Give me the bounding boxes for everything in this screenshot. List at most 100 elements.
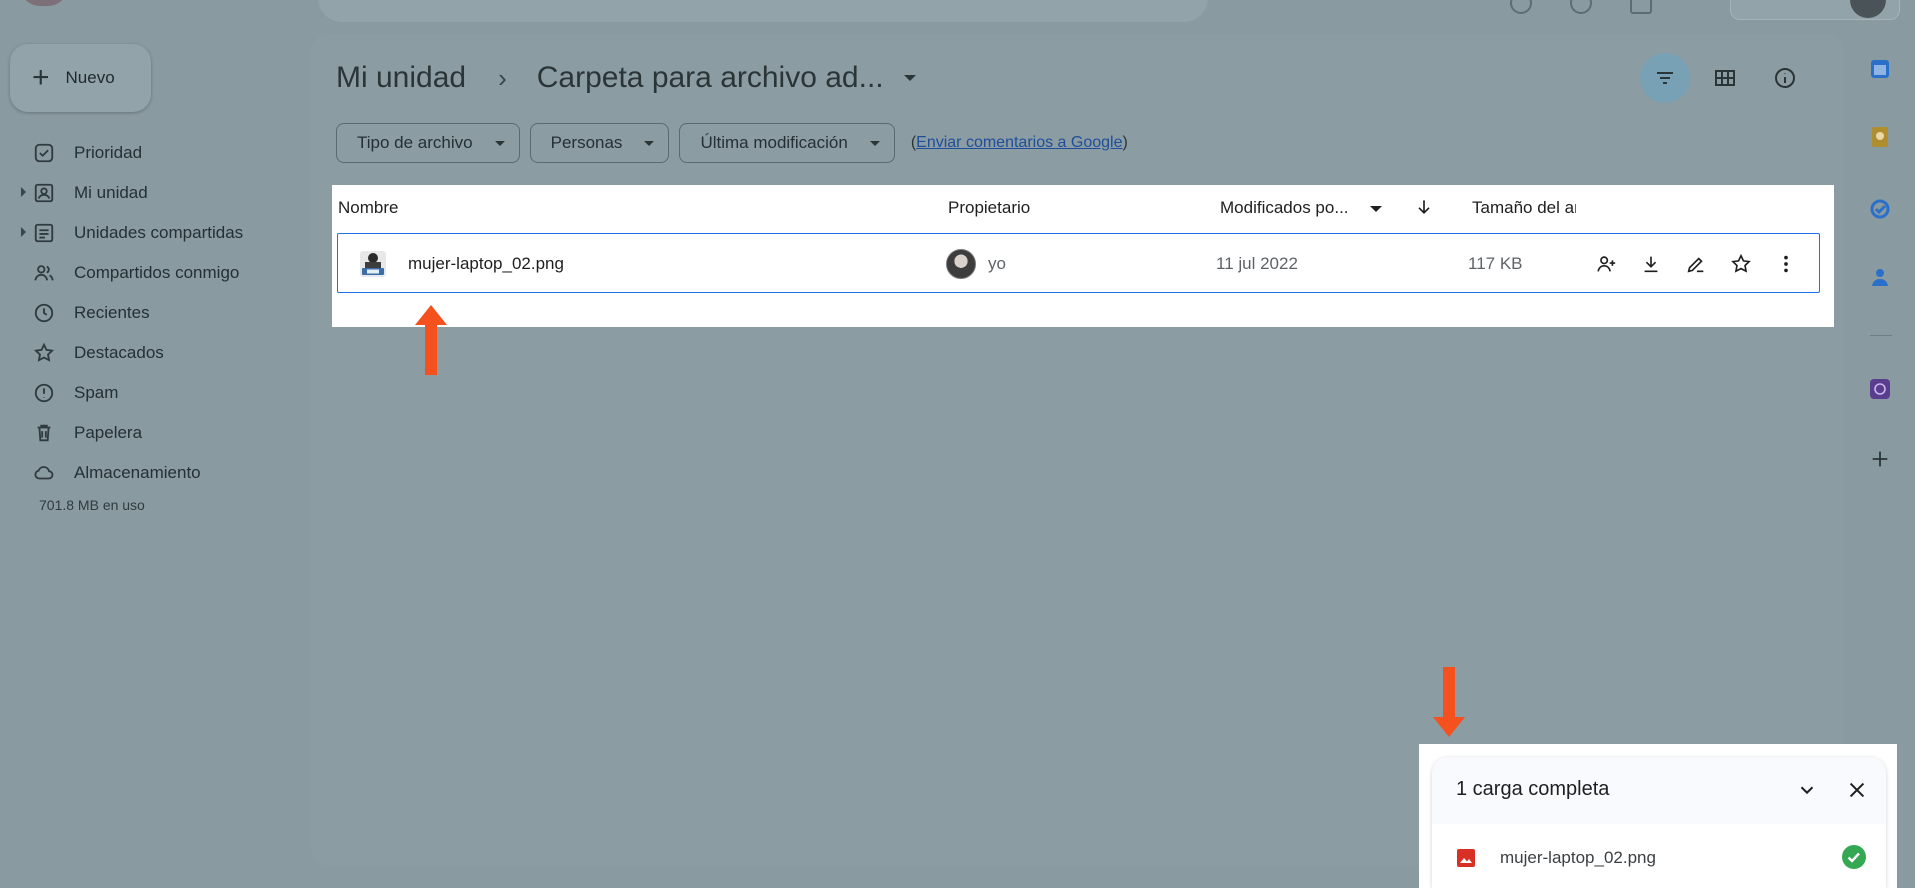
- filter-chip-file-type[interactable]: Tipo de archivo: [336, 123, 520, 163]
- file-name[interactable]: mujer-laptop_02.png: [408, 254, 564, 274]
- more-actions-button[interactable]: [1768, 246, 1804, 282]
- keep-app-button[interactable]: [1860, 117, 1900, 157]
- addon-app-button[interactable]: [1860, 369, 1900, 409]
- close-upload-button[interactable]: [1842, 775, 1872, 805]
- add-addon-button[interactable]: [1860, 439, 1900, 479]
- row-actions: [1588, 246, 1804, 282]
- modified-date: 11 jul 2022: [1216, 254, 1298, 273]
- upload-file-name[interactable]: mujer-laptop_02.png: [1500, 848, 1656, 868]
- sidebar-item-label: Destacados: [74, 343, 164, 362]
- owner-avatar: [946, 249, 976, 279]
- sidebar-item-priority[interactable]: Prioridad: [0, 133, 300, 173]
- rename-button[interactable]: [1678, 246, 1714, 282]
- grid-icon: [1715, 70, 1735, 86]
- breadcrumb-current[interactable]: Carpeta para archivo ad...: [537, 61, 884, 95]
- grid-view-button[interactable]: [1700, 53, 1750, 103]
- download-icon: [1644, 256, 1658, 273]
- shared-drives-icon: [32, 221, 56, 245]
- star-button[interactable]: [1723, 246, 1759, 282]
- expand-caret-icon[interactable]: [21, 187, 26, 197]
- feedback-link[interactable]: Enviar comentarios a Google: [916, 134, 1122, 151]
- annotation-arrow-down-icon: [1433, 667, 1465, 737]
- search-bar[interactable]: [318, 0, 1208, 22]
- tasks-icon: [1870, 199, 1890, 219]
- upload-status-panel: 1 carga completa mujer-laptop_02.png: [1432, 757, 1886, 888]
- sidebar-item-storage[interactable]: Almacenamiento: [0, 453, 300, 493]
- column-header-name[interactable]: Nombre: [338, 198, 398, 218]
- more-vertical-icon: [1784, 255, 1788, 273]
- star-icon: [1731, 253, 1751, 273]
- star-icon: [32, 341, 56, 365]
- clock-icon: [32, 301, 56, 325]
- new-button-label: Nuevo: [65, 68, 115, 87]
- sort-menu-caret-icon[interactable]: [1370, 206, 1382, 212]
- sidebar-item-starred[interactable]: Destacados: [0, 333, 300, 373]
- file-table: Nombre Propietario Modificados po... Tam…: [332, 185, 1834, 327]
- keep-icon: [1872, 127, 1888, 147]
- chip-label: Última modificación: [700, 133, 848, 152]
- collapse-upload-button[interactable]: [1792, 775, 1822, 805]
- annotation-arrow-up-icon: [415, 305, 447, 375]
- edit-pen-icon: [1687, 257, 1704, 273]
- sidebar-item-recent[interactable]: Recientes: [0, 293, 300, 333]
- sidebar-item-shared-drives[interactable]: Unidades compartidas: [0, 213, 300, 253]
- share-button[interactable]: [1588, 246, 1624, 282]
- apps-icon[interactable]: [1630, 0, 1652, 14]
- my-drive-icon: [32, 181, 56, 205]
- column-header-size[interactable]: Tamaño del archivo: [1472, 198, 1576, 218]
- table-row[interactable]: mujer-laptop_02.png yo 11 jul 2022 117 K…: [337, 233, 1820, 293]
- view-actions: [1640, 53, 1810, 103]
- plus-icon: [1872, 451, 1888, 467]
- sidebar-item-trash[interactable]: Papelera: [0, 413, 300, 453]
- column-header-modified[interactable]: Modificados po...: [1220, 198, 1349, 218]
- settings-icon[interactable]: [1570, 0, 1592, 14]
- breadcrumb-root[interactable]: Mi unidad: [336, 61, 466, 95]
- contacts-icon: [1872, 269, 1888, 286]
- info-icon: [1775, 68, 1795, 88]
- sort-direction-icon[interactable]: [1414, 197, 1434, 222]
- filter-button[interactable]: [1640, 53, 1690, 103]
- table-header: Nombre Propietario Modificados po... Tam…: [332, 185, 1834, 229]
- filter-icon: [1657, 72, 1673, 84]
- filter-chips: Tipo de archivo Personas Última modifica…: [336, 123, 1128, 163]
- help-icon[interactable]: [1510, 0, 1532, 14]
- check-circle-icon: [1842, 845, 1866, 869]
- close-icon: [1849, 782, 1865, 798]
- details-button[interactable]: [1760, 53, 1810, 103]
- drive-logo[interactable]: [20, 0, 68, 6]
- rail-divider: [1870, 335, 1892, 336]
- sidebar-item-label: Prioridad: [74, 143, 143, 162]
- file-size: 117 KB: [1468, 254, 1523, 273]
- contacts-app-button[interactable]: [1860, 257, 1900, 297]
- new-button[interactable]: + Nuevo: [10, 44, 151, 112]
- sidebar-item-shared-with-me[interactable]: Compartidos conmigo: [0, 253, 300, 293]
- filter-chip-last-modified[interactable]: Última modificación: [679, 123, 895, 163]
- upload-title: 1 carga completa: [1456, 778, 1610, 800]
- calendar-app-button[interactable]: [1860, 49, 1900, 89]
- folder-menu-caret-icon[interactable]: [903, 75, 916, 81]
- chevron-down-icon: [494, 140, 505, 146]
- chevron-down-icon: [869, 140, 880, 146]
- column-header-owner[interactable]: Propietario: [948, 198, 1030, 218]
- feedback-text: (Enviar comentarios a Google): [911, 134, 1128, 152]
- sidebar-item-label: Almacenamiento: [74, 463, 201, 482]
- download-button[interactable]: [1633, 246, 1669, 282]
- chip-label: Tipo de archivo: [357, 133, 473, 152]
- trash-icon: [32, 421, 56, 445]
- cloud-icon: [32, 461, 56, 485]
- sidebar-item-spam[interactable]: Spam: [0, 373, 300, 413]
- sidebar-item-label: Recientes: [74, 303, 150, 322]
- chevron-down-icon: [644, 140, 655, 146]
- spam-icon: [32, 381, 56, 405]
- priority-icon: [32, 141, 56, 165]
- sidebar-item-label: Papelera: [74, 423, 143, 442]
- top-bar: [0, 0, 1915, 30]
- upload-item[interactable]: mujer-laptop_02.png: [1432, 824, 1886, 888]
- expand-caret-icon[interactable]: [21, 227, 26, 237]
- filter-chip-people[interactable]: Personas: [529, 123, 670, 163]
- breadcrumb: Mi unidad › Carpeta para archivo ad...: [336, 56, 916, 100]
- tasks-app-button[interactable]: [1860, 189, 1900, 229]
- sidebar-item-my-drive[interactable]: Mi unidad: [0, 173, 300, 213]
- shared-with-me-icon: [32, 261, 56, 285]
- owner-name: yo: [988, 254, 1006, 273]
